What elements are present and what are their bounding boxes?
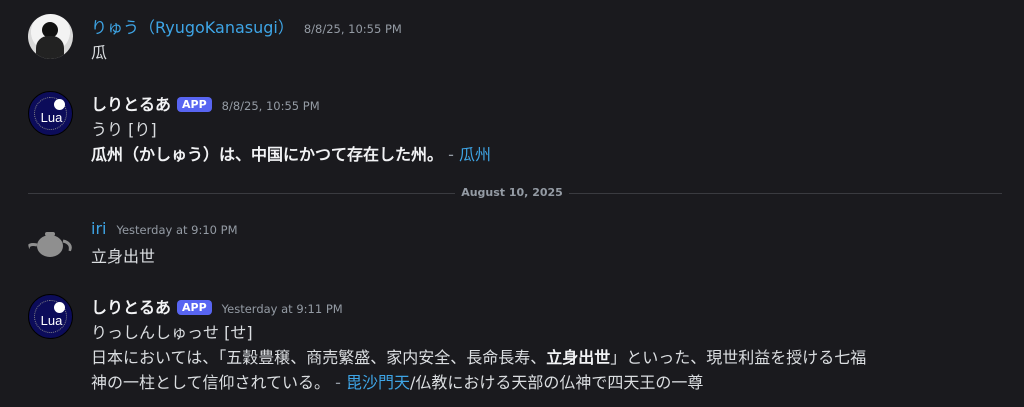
reading-line: うり [り] [91,120,157,139]
definition-line: 神の一柱として信仰されている。 - 毘沙門天/仏教における天部の仏神で四天王の一… [91,369,703,393]
app-badge: APP [177,300,212,315]
definition-text: 」といった、現世利益を授ける七福 [610,348,867,367]
author-name[interactable]: しりとるあ [91,91,171,115]
link-suffix: /仏教における天部の仏神で四天王の一尊 [410,373,704,392]
avatar-text: Lua [40,313,63,328]
definition-text: 瓜州（かしゅう）は、中国にかつて存在した州。 [91,145,444,164]
definition-text: 日本においては、「五穀豊穣、商売繁盛、家内安全、長命長寿、 [91,348,547,367]
definition-line: 瓜州（かしゅう）は、中国にかつて存在した州。 - 瓜州 [91,141,491,165]
message-content: 立身出世 [91,247,156,266]
link-separator: - [443,145,459,164]
author-name[interactable]: りゅう（RyugoKanasugi） [91,14,294,38]
message-header: iri Yesterday at 9:10 PM [91,219,238,238]
message-timestamp[interactable]: 8/8/25, 10:55 PM [304,22,402,36]
user-avatar[interactable] [28,14,73,59]
teapot-icon [28,232,72,257]
message-timestamp[interactable]: Yesterday at 9:10 PM [116,223,237,237]
wiki-link[interactable]: 毘沙門天 [346,373,410,392]
author-name[interactable]: しりとるあ [91,294,171,318]
message-header: りゅう（RyugoKanasugi） 8/8/25, 10:55 PM [91,14,402,38]
app-badge: APP [177,97,212,112]
highlight-word: 立身出世 [546,348,611,367]
definition-text: 神の一柱として信仰されている。 [91,373,331,392]
date-divider: August 10, 2025 [0,186,1024,199]
bot-avatar[interactable]: Lua [28,91,73,136]
message-header: しりとるあ APP 8/8/25, 10:55 PM [91,91,320,115]
message-timestamp[interactable]: 8/8/25, 10:55 PM [222,99,320,113]
message-feed: りゅう（RyugoKanasugi） 8/8/25, 10:55 PM 瓜 Lu… [0,0,1024,407]
bot-avatar[interactable]: Lua [28,294,73,339]
user-avatar[interactable] [28,219,73,264]
avatar-text: Lua [40,110,63,125]
reading-line: りっしんしゅっせ [せ] [91,323,253,342]
link-separator: - [330,373,346,392]
message-timestamp[interactable]: Yesterday at 9:11 PM [222,302,343,316]
message-content: 瓜 [91,43,108,62]
author-name[interactable]: iri [91,219,106,238]
wiki-link[interactable]: 瓜州 [459,145,491,164]
date-divider-label: August 10, 2025 [455,186,569,199]
message-header: しりとるあ APP Yesterday at 9:11 PM [91,294,343,318]
definition-line: 日本においては、「五穀豊穣、商売繁盛、家内安全、長命長寿、立身出世」といった、現… [91,344,866,368]
